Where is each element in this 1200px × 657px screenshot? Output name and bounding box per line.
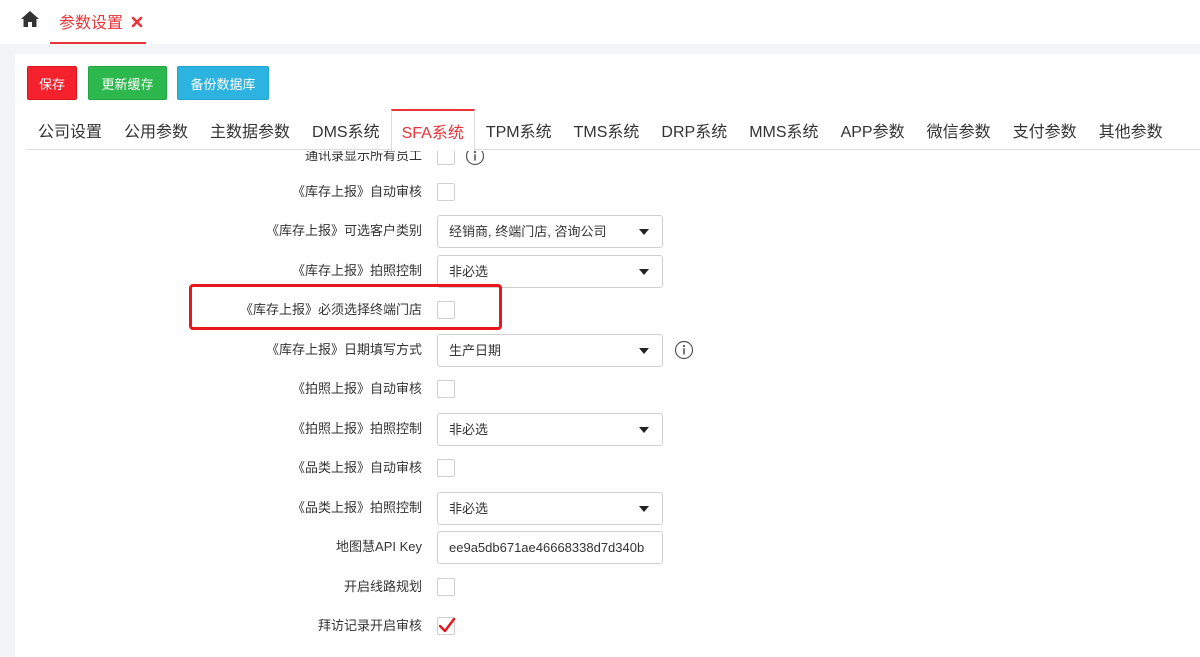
field-label: 通讯录显示所有员工 (304, 151, 422, 163)
field-label: 《拍照上报》拍照控制 (291, 421, 422, 436)
category-report-photo-control-select[interactable]: 非必选 (437, 492, 663, 525)
tab-common-params[interactable]: 公用参数 (113, 109, 199, 150)
tab-other-params[interactable]: 其他参数 (1088, 109, 1174, 150)
show-all-staff-checkbox[interactable] (437, 151, 455, 165)
field-label: 《拍照上报》自动审核 (291, 381, 422, 396)
visit-record-review-checkbox[interactable] (437, 617, 456, 635)
tab-master-data-params[interactable]: 主数据参数 (199, 109, 301, 150)
form-row: 《品类上报》拍照控制 非必选 (15, 492, 1200, 525)
stock-report-date-mode-select[interactable]: 生产日期 (437, 334, 663, 367)
sfa-form: 通讯录显示所有员工 《库存上报》自动审核 《库存上报》可选客户类别 经销商, 终… (15, 151, 1200, 657)
highlight-box (189, 284, 502, 330)
stock-report-auto-review-checkbox[interactable] (437, 183, 455, 201)
field-label: 地图慧API Key (336, 539, 422, 554)
map-api-key-input[interactable] (437, 531, 663, 564)
settings-card: 保存 更新缓存 备份数据库 公司设置 公用参数 主数据参数 DMS系统 SFA系… (15, 54, 1200, 657)
photo-report-photo-control-select[interactable]: 非必选 (437, 413, 663, 446)
check-icon (438, 617, 456, 633)
info-icon[interactable] (465, 151, 485, 166)
field-label: 开启线路规划 (343, 579, 422, 594)
form-row: 拜访记录开启审核 (15, 610, 1200, 642)
page-tab-label: 参数设置 (59, 15, 124, 32)
info-icon[interactable] (674, 340, 694, 360)
select-value: 非必选 (449, 422, 489, 437)
tab-drp[interactable]: DRP系统 (650, 109, 738, 150)
tab-tpm[interactable]: TPM系统 (475, 109, 563, 150)
form-row: 《拍照上报》拍照控制 非必选 (15, 413, 1200, 446)
home-icon[interactable] (20, 10, 40, 28)
close-icon[interactable] (131, 15, 143, 28)
field-label: 《库存上报》日期填写方式 (265, 342, 422, 357)
field-label: 《库存上报》拍照控制 (291, 263, 422, 278)
settings-tabs: 公司设置 公用参数 主数据参数 DMS系统 SFA系统 TPM系统 TMS系统 … (27, 109, 1200, 151)
form-row: 通讯录显示所有员工 (15, 151, 1200, 172)
tab-app-params[interactable]: APP参数 (830, 109, 916, 150)
tab-payment-params[interactable]: 支付参数 (1002, 109, 1088, 150)
form-row: 《库存上报》自动审核 (15, 176, 1200, 208)
chevron-down-icon (639, 348, 649, 354)
form-row: 《库存上报》可选客户类别 经销商, 终端门店, 咨询公司 (15, 215, 1200, 248)
chevron-down-icon (639, 506, 649, 512)
chevron-down-icon (639, 229, 649, 235)
form-row: 《库存上报》拍照控制 非必选 (15, 255, 1200, 288)
tab-mms[interactable]: MMS系统 (738, 109, 829, 150)
page-tab-params[interactable]: 参数设置 (50, 0, 146, 44)
field-label: 《库存上报》自动审核 (291, 184, 422, 199)
select-value: 非必选 (449, 501, 489, 516)
refresh-cache-button[interactable]: 更新缓存 (88, 66, 167, 100)
chevron-down-icon (639, 269, 649, 275)
save-button[interactable]: 保存 (27, 66, 77, 100)
select-value: 生产日期 (449, 343, 502, 358)
route-planning-checkbox[interactable] (437, 578, 455, 596)
category-report-auto-review-checkbox[interactable] (437, 459, 455, 477)
field-label: 《库存上报》可选客户类别 (265, 223, 422, 238)
photo-report-auto-review-checkbox[interactable] (437, 380, 455, 398)
chevron-down-icon (639, 427, 649, 433)
form-row: 开启线路规划 (15, 571, 1200, 603)
tab-sfa[interactable]: SFA系统 (390, 109, 475, 151)
stock-report-customer-type-select[interactable]: 经销商, 终端门店, 咨询公司 (437, 215, 663, 248)
backup-database-button[interactable]: 备份数据库 (177, 66, 269, 100)
form-row: 《库存上报》日期填写方式 生产日期 (15, 334, 1200, 367)
top-tab-bar: 参数设置 (0, 0, 1200, 44)
select-value: 经销商, 终端门店, 咨询公司 (449, 224, 607, 239)
tab-dms[interactable]: DMS系统 (301, 109, 391, 150)
field-label: 《品类上报》拍照控制 (291, 500, 422, 515)
tab-company-settings[interactable]: 公司设置 (27, 109, 113, 150)
form-row: 地图慧API Key (15, 531, 1200, 564)
tab-tms[interactable]: TMS系统 (563, 109, 651, 150)
form-row: 《拍照上报》自动审核 (15, 373, 1200, 405)
select-value: 非必选 (449, 264, 489, 279)
form-row: 《品类上报》自动审核 (15, 452, 1200, 484)
field-label: 拜访记录开启审核 (317, 618, 422, 633)
tab-wechat-params[interactable]: 微信参数 (916, 109, 1002, 150)
field-label: 《品类上报》自动审核 (291, 460, 422, 475)
